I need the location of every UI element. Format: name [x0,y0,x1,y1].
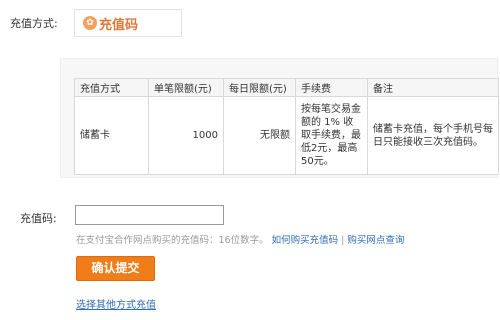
recharge-code-logo-text: 充值码 [99,17,139,33]
other-method-link[interactable]: 选择其他方式充值 [76,296,156,311]
recharge-code-logo: ✿ 充值码 [83,14,138,33]
store-query-link[interactable]: 购买网点查询 [347,235,404,246]
header-fee: 手续费 [295,78,368,97]
submit-button[interactable]: 确认提交 [76,256,155,281]
limits-table: 充值方式 单笔限额(元) 每日限额(元) 手续费 备注 储蓄卡 1000 无限额… [74,78,499,175]
cell-daily-limit: 无限额 [223,96,296,175]
recharge-code-icon: ✿ [83,16,97,30]
header-method: 充值方式 [74,78,149,97]
recharge-code-input[interactable] [75,205,224,225]
recharge-code-hint: 在支付宝合作网点购买的充值码：16位数字。 如何购买充值码 | 购买网点查询 [76,232,404,246]
recharge-code-method-option[interactable]: ✿ 充值码 [74,9,182,37]
how-to-buy-link[interactable]: 如何购买充值码 [272,235,339,246]
hint-text: 在支付宝合作网点购买的充值码：16位数字。 [76,235,269,246]
table-row: 储蓄卡 1000 无限额 按每笔交易金额的 1% 收取手续费，最低2元，最高50… [74,96,499,175]
cell-note: 储蓄卡充值，每个手机号每日只能接收三次充值码。 [367,96,499,175]
header-single-limit: 单笔限额(元) [148,78,224,97]
limits-table-header: 充值方式 单笔限额(元) 每日限额(元) 手续费 备注 [74,78,499,97]
header-daily-limit: 每日限额(元) [223,78,296,97]
hint-separator: | [341,235,345,246]
cell-single-limit: 1000 [148,96,224,175]
cell-method: 储蓄卡 [74,96,149,175]
cell-fee: 按每笔交易金额的 1% 收取手续费，最低2元，最高50元。 [295,96,368,175]
recharge-code-label: 充值码: [20,212,57,225]
header-note: 备注 [367,78,499,97]
payment-method-label: 充值方式: [10,17,58,30]
